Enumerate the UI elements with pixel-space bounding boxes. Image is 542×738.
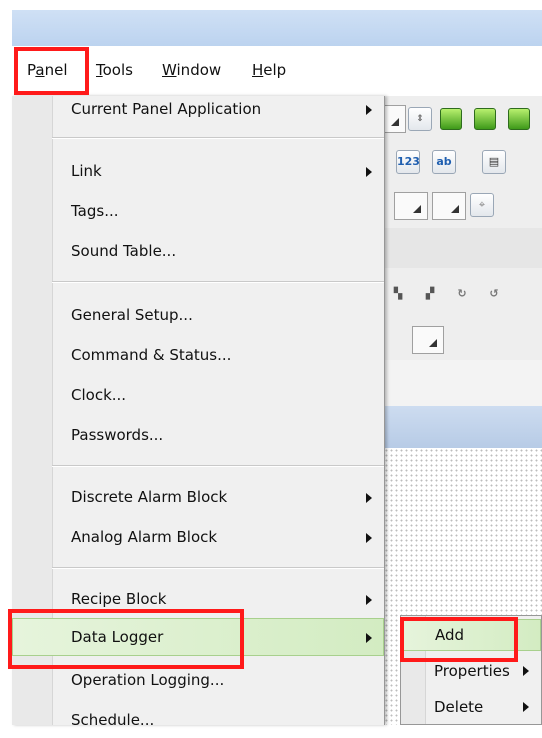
- menu-item-label: Tags...: [71, 202, 119, 220]
- menu-separator: [52, 281, 384, 283]
- green-toolbar-icon-1[interactable]: [440, 108, 462, 130]
- toolbar-row-6: [384, 318, 542, 361]
- menu-item-label: Operation Logging...: [71, 671, 225, 689]
- menu-item-label: Recipe Block: [71, 590, 167, 608]
- toolbar-row-4: [384, 228, 542, 269]
- menu-item-label: General Setup...: [71, 306, 193, 324]
- menu-window-rest: indow: [176, 61, 222, 79]
- menu-window[interactable]: Window: [162, 60, 221, 80]
- menu-item-label: Clock...: [71, 386, 127, 404]
- menu-help[interactable]: Help: [252, 60, 286, 80]
- menu-tools[interactable]: Tools: [96, 60, 133, 80]
- menu-item-label: Analog Alarm Block: [71, 528, 218, 546]
- document-window-titlebar: [384, 406, 542, 448]
- menu-help-rest: elp: [263, 61, 287, 79]
- crosshair-icon[interactable]: ⌖: [470, 193, 494, 217]
- submenu-arrow-icon: [366, 493, 372, 503]
- window-title-bar: [12, 10, 542, 46]
- menu-item-command-status[interactable]: Command & Status...: [12, 337, 384, 373]
- menu-item-label: Current Panel Application: [71, 100, 262, 118]
- menu-item-tags[interactable]: Tags...: [12, 193, 384, 229]
- submenu-arrow-icon: [523, 702, 529, 712]
- menu-separator: [52, 465, 384, 467]
- menu-window-accel: W: [162, 61, 177, 79]
- menu-item-general-setup[interactable]: General Setup...: [12, 297, 384, 333]
- submenu-arrow-icon: [366, 167, 372, 177]
- toolbar-dropdown-4[interactable]: [412, 326, 444, 354]
- rotate-icon-2[interactable]: ↺: [482, 282, 506, 306]
- menu-item-clock[interactable]: Clock...: [12, 377, 384, 413]
- menu-item-label: Link: [71, 162, 102, 180]
- submenu-item-label: Delete: [434, 698, 484, 716]
- submenu-arrow-icon: [366, 533, 372, 543]
- submenu-item-label: Properties: [434, 662, 510, 680]
- menu-help-accel: H: [252, 61, 264, 79]
- toolbar-dropdown-3[interactable]: [432, 192, 466, 220]
- submenu-arrow-icon: [523, 666, 529, 676]
- highlight-box-add: [400, 617, 518, 662]
- highlight-box-panel: [14, 47, 89, 95]
- menu-item-passwords[interactable]: Passwords...: [12, 417, 384, 453]
- menu-item-label: Sound Table...: [71, 242, 177, 260]
- menu-item-label: Passwords...: [71, 426, 164, 444]
- submenu-item-delete[interactable]: Delete: [401, 692, 541, 722]
- menu-separator: [52, 137, 384, 139]
- toolbar-dropdown[interactable]: [384, 105, 406, 133]
- submenu-arrow-icon: [366, 105, 372, 115]
- numeric-tag-icon[interactable]: 123: [396, 150, 420, 174]
- highlight-box-data-logger: [8, 609, 244, 669]
- submenu-arrow-icon: [366, 633, 372, 643]
- menu-tools-rest: ools: [102, 61, 133, 79]
- menu-item-label: Discrete Alarm Block: [71, 488, 228, 506]
- menu-separator: [52, 567, 384, 569]
- submenu-arrow-icon: [366, 595, 372, 605]
- align-icon-1[interactable]: ▚: [386, 282, 410, 306]
- toolbar-row-1: ⇕: [384, 96, 542, 143]
- rotate-icon-1[interactable]: ↻: [450, 282, 474, 306]
- menu-item-label: Schedule...: [71, 711, 155, 729]
- align-icon-2[interactable]: ▞: [418, 282, 442, 306]
- spin-icon[interactable]: ⇕: [408, 107, 432, 131]
- toolbar-row-2: 123 ab ▤: [384, 142, 542, 183]
- menu-item-analog-alarm-block[interactable]: Analog Alarm Block: [12, 519, 384, 555]
- menu-item-sound-table[interactable]: Sound Table...: [12, 233, 384, 269]
- menu-item-discrete-alarm-block[interactable]: Discrete Alarm Block: [12, 479, 384, 515]
- toolbar-row-3: ⌖: [384, 182, 542, 229]
- toolbar-dropdown-2[interactable]: [394, 192, 428, 220]
- menu-item-link[interactable]: Link: [12, 153, 384, 189]
- toolbar-row-7: [384, 360, 542, 407]
- menu-item-label: Command & Status...: [71, 346, 232, 364]
- menu-tools-accel: T: [96, 61, 103, 79]
- text-tag-icon[interactable]: ab: [432, 150, 456, 174]
- menu-item-current-panel-application[interactable]: Current Panel Application: [12, 91, 384, 127]
- menu-item-schedule[interactable]: Schedule...: [12, 702, 384, 738]
- toolbar-row-5: ▚ ▞ ↻ ↺: [384, 268, 542, 319]
- green-toolbar-icon-3[interactable]: [508, 108, 530, 130]
- green-toolbar-icon-2[interactable]: [474, 108, 496, 130]
- document-icon[interactable]: ▤: [482, 150, 506, 174]
- menu-bar: Panel Tools Window Help: [12, 46, 542, 97]
